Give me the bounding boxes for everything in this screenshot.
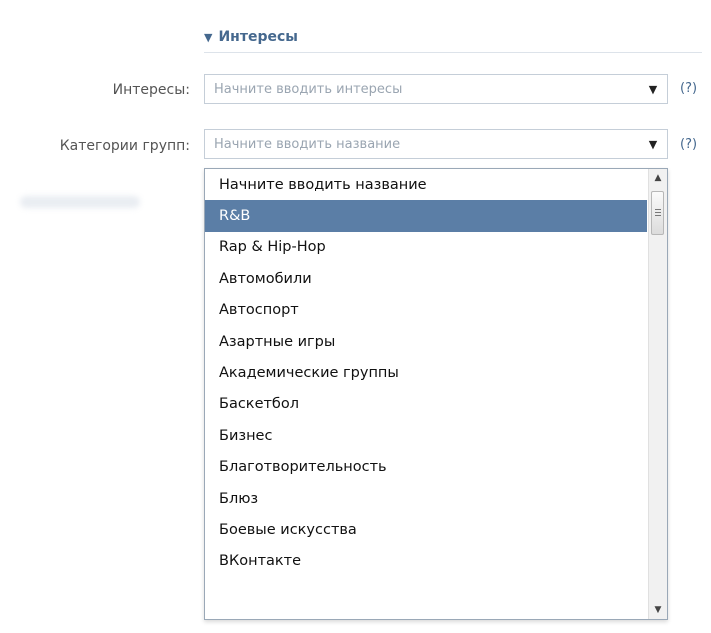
dropdown-list: Начните вводить название R&B Rap & Hip-Ho… — [205, 169, 647, 577]
dropdown-option[interactable]: Боевые искусства — [205, 514, 647, 545]
caret-down-icon[interactable]: ▼ — [639, 130, 667, 158]
group-categories-help-link[interactable]: (?) — [680, 137, 697, 152]
interests-label: Интересы: — [112, 82, 190, 98]
dropdown-option[interactable]: Автоспорт — [205, 295, 647, 326]
dropdown-scrollbar[interactable]: ▲ ▼ — [648, 169, 667, 619]
section-header-interests[interactable]: ▼ Интересы — [204, 22, 702, 53]
dropdown-option[interactable]: Академические группы — [205, 357, 647, 388]
dropdown-option[interactable]: Бизнес — [205, 420, 647, 451]
dropdown-option[interactable]: Азартные игры — [205, 326, 647, 357]
group-categories-label: Категории групп: — [59, 138, 190, 154]
dropdown-option[interactable]: Rap & Hip-Hop — [205, 232, 647, 263]
scrollbar-thumb[interactable] — [651, 191, 664, 235]
group-categories-input[interactable]: Начните вводить название — [205, 137, 639, 152]
interests-help-link[interactable]: (?) — [680, 81, 697, 96]
scroll-down-icon[interactable]: ▼ — [649, 601, 667, 619]
dropdown-header-option[interactable]: Начните вводить название — [205, 169, 647, 200]
scroll-up-icon[interactable]: ▲ — [649, 169, 667, 187]
dropdown-option[interactable]: R&B — [205, 200, 647, 232]
dropdown-option[interactable]: Благотворительность — [205, 452, 647, 483]
interests-input[interactable]: Начните вводить интересы — [205, 82, 639, 97]
dropdown-option[interactable]: Баскетбол — [205, 389, 647, 420]
section-title: Интересы — [218, 29, 298, 45]
dropdown-option[interactable]: Блюз — [205, 483, 647, 514]
triangle-down-icon: ▼ — [204, 30, 213, 44]
group-categories-dropdown[interactable]: Начните вводить название R&B Rap & Hip-Ho… — [204, 168, 668, 620]
caret-down-icon[interactable]: ▼ — [639, 75, 667, 103]
dropdown-option[interactable]: ВКонтакте — [205, 546, 647, 577]
dropdown-option[interactable]: Автомобили — [205, 263, 647, 294]
interests-combobox[interactable]: Начните вводить интересы ▼ — [204, 74, 668, 104]
group-categories-combobox[interactable]: Начните вводить название ▼ — [204, 129, 668, 159]
